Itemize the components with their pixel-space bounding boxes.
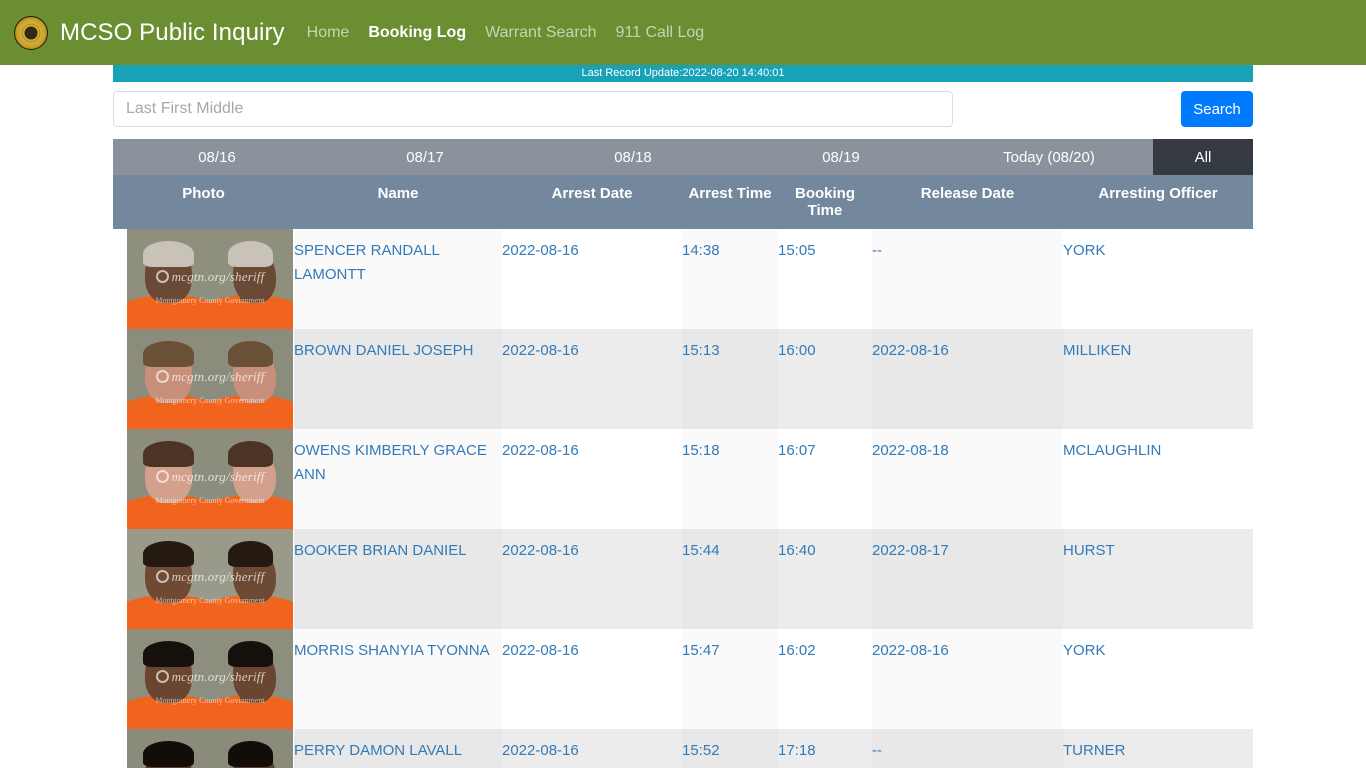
mugshot-front xyxy=(127,329,210,429)
nav-link-911-call-log[interactable]: 911 Call Log xyxy=(616,24,705,42)
cell-name[interactable]: SPENCER RANDALL LAMONTT xyxy=(294,229,502,329)
top-navbar: MCSO Public Inquiry Home Booking Log War… xyxy=(0,0,1366,65)
cell-arresting-officer[interactable]: MILLIKEN xyxy=(1063,329,1253,429)
cell-release-date[interactable]: 2022-08-18 xyxy=(872,429,1063,529)
cell-name[interactable]: BOOKER BRIAN DANIEL xyxy=(294,529,502,629)
cell-arresting-officer[interactable]: YORK xyxy=(1063,629,1253,729)
mugshot-image[interactable]: mcgtn.org/sheriffMontgomery County Gover… xyxy=(127,629,293,729)
cell-arrest-time[interactable]: 15:44 xyxy=(682,529,778,629)
mugshot-profile xyxy=(210,329,293,429)
mugshot-front xyxy=(127,229,210,329)
nav-links: Home Booking Log Warrant Search 911 Call… xyxy=(307,24,705,42)
nav-link-booking-log[interactable]: Booking Log xyxy=(368,24,466,42)
cell-arrest-time[interactable]: 14:38 xyxy=(682,229,778,329)
cell-arresting-officer[interactable]: MCLAUGHLIN xyxy=(1063,429,1253,529)
cell-name[interactable]: BROWN DANIEL JOSEPH xyxy=(294,329,502,429)
cell-release-date[interactable]: 2022-08-17 xyxy=(872,529,1063,629)
cell-arrest-time[interactable]: 15:52 xyxy=(682,729,778,768)
nav-link-warrant-search[interactable]: Warrant Search xyxy=(485,24,596,42)
column-header-arresting-officer[interactable]: Arresting Officer xyxy=(1063,175,1253,229)
table-row[interactable]: mcgtn.org/sheriffMontgomery County Gover… xyxy=(113,629,1253,729)
mugshot-image[interactable]: mcgtn.org/sheriffMontgomery County Gover… xyxy=(127,229,293,329)
booking-log-table: Photo Name Arrest Date Arrest Time Booki… xyxy=(113,175,1253,768)
cell-booking-time[interactable]: 16:07 xyxy=(778,429,872,529)
column-header-release-date[interactable]: Release Date xyxy=(872,175,1063,229)
table-header: Photo Name Arrest Date Arrest Time Booki… xyxy=(113,175,1253,229)
table-row[interactable]: mcgtn.org/sheriffMontgomery County Gover… xyxy=(113,329,1253,429)
mugshot-image[interactable]: mcgtn.org/sheriffMontgomery County Gover… xyxy=(127,729,293,768)
mugshot-image[interactable]: mcgtn.org/sheriffMontgomery County Gover… xyxy=(127,329,293,429)
cell-release-date[interactable]: -- xyxy=(872,229,1063,329)
cell-arrest-date[interactable]: 2022-08-16 xyxy=(502,429,682,529)
cell-booking-time[interactable]: 15:05 xyxy=(778,229,872,329)
cell-arrest-date[interactable]: 2022-08-16 xyxy=(502,629,682,729)
cell-photo[interactable]: mcgtn.org/sheriffMontgomery County Gover… xyxy=(113,729,294,768)
mugshot-profile xyxy=(210,229,293,329)
cell-photo[interactable]: mcgtn.org/sheriffMontgomery County Gover… xyxy=(113,529,294,629)
date-tab-today[interactable]: Today (08/20) xyxy=(945,139,1153,175)
cell-arrest-date[interactable]: 2022-08-16 xyxy=(502,729,682,768)
cell-arrest-date[interactable]: 2022-08-16 xyxy=(502,229,682,329)
table-row[interactable]: mcgtn.org/sheriffMontgomery County Gover… xyxy=(113,229,1253,329)
date-tab-all[interactable]: All xyxy=(1153,139,1253,175)
mugshot-profile xyxy=(210,429,293,529)
cell-photo[interactable]: mcgtn.org/sheriffMontgomery County Gover… xyxy=(113,229,294,329)
mugshot-profile xyxy=(210,729,293,768)
date-tab-0819[interactable]: 08/19 xyxy=(737,139,945,175)
date-tab-0818[interactable]: 08/18 xyxy=(529,139,737,175)
table-header-row: Photo Name Arrest Date Arrest Time Booki… xyxy=(113,175,1253,229)
brand-title: MCSO Public Inquiry xyxy=(60,18,285,46)
cell-release-date[interactable]: -- xyxy=(872,729,1063,768)
date-tab-0817[interactable]: 08/17 xyxy=(321,139,529,175)
search-button[interactable]: Search xyxy=(1181,91,1253,127)
mugshot-image[interactable]: mcgtn.org/sheriffMontgomery County Gover… xyxy=(127,429,293,529)
nav-link-home[interactable]: Home xyxy=(307,24,350,42)
cell-arrest-date[interactable]: 2022-08-16 xyxy=(502,529,682,629)
table-row[interactable]: mcgtn.org/sheriffMontgomery County Gover… xyxy=(113,429,1253,529)
table-body: mcgtn.org/sheriff Montgomery County Gover… xyxy=(113,229,1253,768)
cell-booking-time[interactable]: 17:18 xyxy=(778,729,872,768)
table-row[interactable]: mcgtn.org/sheriffMontgomery County Gover… xyxy=(113,729,1253,768)
cell-arresting-officer[interactable]: TURNER xyxy=(1063,729,1253,768)
mugshot-image[interactable]: mcgtn.org/sheriffMontgomery County Gover… xyxy=(127,529,293,629)
cell-release-date[interactable]: 2022-08-16 xyxy=(872,329,1063,429)
column-header-name[interactable]: Name xyxy=(294,175,502,229)
cell-photo[interactable]: mcgtn.org/sheriffMontgomery County Gover… xyxy=(113,329,294,429)
mugshot-profile xyxy=(210,529,293,629)
cell-name[interactable]: PERRY DAMON LAVALL xyxy=(294,729,502,768)
mugshot-front xyxy=(127,729,210,768)
cell-name[interactable]: MORRIS SHANYIA TYONNA xyxy=(294,629,502,729)
cell-booking-time[interactable]: 16:00 xyxy=(778,329,872,429)
column-header-booking-time[interactable]: Booking Time xyxy=(778,175,872,229)
mugshot-front xyxy=(127,529,210,629)
cell-arrest-time[interactable]: 15:47 xyxy=(682,629,778,729)
cell-booking-time[interactable]: 16:40 xyxy=(778,529,872,629)
column-header-photo[interactable]: Photo xyxy=(113,175,294,229)
cell-release-date[interactable]: 2022-08-16 xyxy=(872,629,1063,729)
search-row: Search xyxy=(113,82,1253,139)
mugshot-profile xyxy=(210,629,293,729)
search-input[interactable] xyxy=(113,91,953,127)
cell-booking-time[interactable]: 16:02 xyxy=(778,629,872,729)
cell-photo[interactable]: mcgtn.org/sheriffMontgomery County Gover… xyxy=(113,429,294,529)
cell-arrest-date[interactable]: 2022-08-16 xyxy=(502,329,682,429)
date-tab-bar: 08/16 08/17 08/18 08/19 Today (08/20) Al… xyxy=(113,139,1253,175)
page-container: Last Record Update:2022-08-20 14:40:01 S… xyxy=(113,65,1253,768)
mugshot-front xyxy=(127,429,210,529)
cell-arrest-time[interactable]: 15:13 xyxy=(682,329,778,429)
date-tab-0816[interactable]: 08/16 xyxy=(113,139,321,175)
cell-arresting-officer[interactable]: YORK xyxy=(1063,229,1253,329)
table-row[interactable]: mcgtn.org/sheriffMontgomery County Gover… xyxy=(113,529,1253,629)
cell-arresting-officer[interactable]: HURST xyxy=(1063,529,1253,629)
cell-arrest-time[interactable]: 15:18 xyxy=(682,429,778,529)
column-header-arrest-date[interactable]: Arrest Date xyxy=(502,175,682,229)
cell-photo[interactable]: mcgtn.org/sheriffMontgomery County Gover… xyxy=(113,629,294,729)
cell-name[interactable]: OWENS KIMBERLY GRACE ANN xyxy=(294,429,502,529)
last-record-update-banner: Last Record Update:2022-08-20 14:40:01 xyxy=(113,65,1253,82)
column-header-arrest-time[interactable]: Arrest Time xyxy=(682,175,778,229)
mugshot-front xyxy=(127,629,210,729)
sheriff-seal-icon xyxy=(14,15,48,50)
